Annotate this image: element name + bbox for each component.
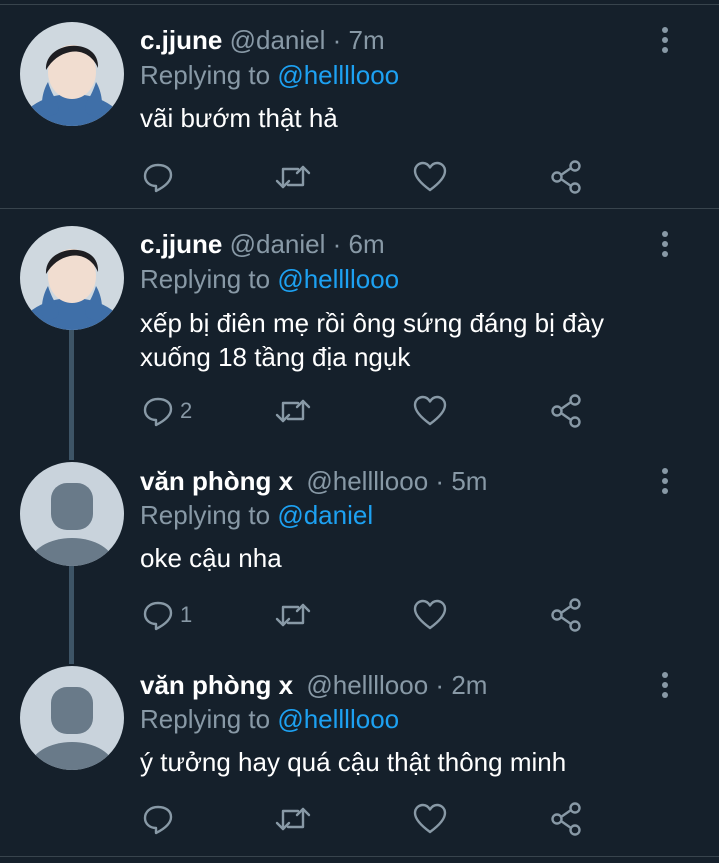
user-handle[interactable]: @hellllooo bbox=[306, 466, 428, 496]
like-button[interactable] bbox=[413, 160, 447, 194]
reply-icon bbox=[143, 601, 173, 631]
share-icon bbox=[551, 598, 581, 632]
reply-button[interactable]: 1 bbox=[142, 598, 192, 632]
separator-dot: · bbox=[435, 466, 445, 496]
more-options-button[interactable] bbox=[652, 229, 678, 259]
heart-icon bbox=[413, 161, 447, 192]
retweet-button[interactable] bbox=[274, 160, 312, 194]
bottom-divider bbox=[0, 856, 719, 857]
more-options-button[interactable] bbox=[652, 670, 678, 700]
tweet-text: vãi bướm thật hả bbox=[140, 103, 338, 133]
more-vertical-icon bbox=[662, 231, 668, 257]
reply-count: 2 bbox=[180, 398, 193, 423]
display-name[interactable]: c.jjune bbox=[140, 25, 222, 55]
user-handle[interactable]: @daniel bbox=[230, 25, 326, 55]
tweet-header: c.jjune @daniel · 7m bbox=[140, 25, 385, 55]
timestamp[interactable]: 2m bbox=[451, 670, 487, 700]
tweet-divider bbox=[0, 208, 719, 209]
separator-dot: · bbox=[332, 25, 342, 55]
reply-icon bbox=[143, 163, 173, 193]
timestamp[interactable]: 5m bbox=[451, 466, 487, 496]
tweet-text: oke cậu nha bbox=[140, 543, 282, 573]
tweet-text: xếp bị điên mẹ rồi ông sứng đáng bị đày … bbox=[140, 308, 605, 372]
replying-to: Replying to @hellllooo bbox=[140, 704, 399, 734]
heart-icon bbox=[413, 395, 447, 426]
mention-link[interactable]: @hellllooo bbox=[277, 704, 399, 734]
user-handle[interactable]: @daniel bbox=[230, 229, 326, 259]
separator-dot: · bbox=[332, 229, 342, 259]
replying-to: Replying to @daniel bbox=[140, 500, 373, 530]
retweet-icon bbox=[275, 603, 311, 627]
tweet-actions bbox=[140, 802, 600, 836]
share-button[interactable] bbox=[550, 598, 582, 632]
tweet-actions: 2 bbox=[140, 394, 600, 428]
timestamp[interactable]: 7m bbox=[349, 25, 385, 55]
tweet-header: văn phòng x @hellllooo · 2m bbox=[140, 670, 487, 700]
like-button[interactable] bbox=[413, 802, 447, 836]
replying-to: Replying to @hellllooo bbox=[140, 264, 399, 294]
retweet-button[interactable] bbox=[274, 802, 312, 836]
tweet-actions: 1 bbox=[140, 598, 600, 632]
share-icon bbox=[551, 160, 581, 194]
more-options-button[interactable] bbox=[652, 25, 678, 55]
retweet-icon bbox=[275, 399, 311, 423]
mention-link[interactable]: @hellllooo bbox=[277, 60, 399, 90]
replying-to-label: Replying to bbox=[140, 60, 271, 90]
replying-to-label: Replying to bbox=[140, 704, 271, 734]
thread-line bbox=[69, 566, 74, 664]
replying-to: Replying to @hellllooo bbox=[140, 60, 399, 90]
avatar[interactable] bbox=[20, 22, 124, 126]
reply-button[interactable] bbox=[142, 160, 180, 194]
avatar[interactable] bbox=[20, 226, 124, 330]
retweet-button[interactable] bbox=[274, 598, 312, 632]
replying-to-label: Replying to bbox=[140, 500, 271, 530]
default-avatar-icon bbox=[20, 666, 124, 770]
share-button[interactable] bbox=[550, 160, 582, 194]
mention-link[interactable]: @hellllooo bbox=[277, 264, 399, 294]
share-button[interactable] bbox=[550, 802, 582, 836]
retweet-icon bbox=[275, 807, 311, 831]
tweet-text: ý tưởng hay quá cậu thật thông minh bbox=[140, 747, 567, 777]
heart-icon bbox=[413, 803, 447, 834]
thread-line bbox=[69, 330, 74, 460]
tweet-header: c.jjune @daniel · 6m bbox=[140, 229, 385, 259]
display-name[interactable]: c.jjune bbox=[140, 229, 222, 259]
more-vertical-icon bbox=[662, 672, 668, 698]
more-options-button[interactable] bbox=[652, 466, 678, 496]
reply-button[interactable] bbox=[142, 802, 180, 836]
mention-link[interactable]: @daniel bbox=[277, 500, 373, 530]
share-icon bbox=[551, 394, 581, 428]
replying-to-label: Replying to bbox=[140, 264, 271, 294]
avatar[interactable] bbox=[20, 462, 124, 566]
default-avatar-icon bbox=[20, 462, 124, 566]
more-vertical-icon bbox=[662, 468, 668, 494]
reply-icon bbox=[143, 397, 173, 427]
like-button[interactable] bbox=[413, 394, 447, 428]
timestamp[interactable]: 6m bbox=[349, 229, 385, 259]
display-name[interactable]: văn phòng x bbox=[140, 466, 293, 496]
heart-icon bbox=[413, 599, 447, 630]
avatar[interactable] bbox=[20, 666, 124, 770]
photo-avatar-icon bbox=[20, 226, 124, 330]
user-handle[interactable]: @hellllooo bbox=[306, 670, 428, 700]
separator-dot: · bbox=[435, 670, 445, 700]
retweet-icon bbox=[275, 165, 311, 189]
photo-avatar-icon bbox=[20, 22, 124, 126]
tweet-header: văn phòng x @hellllooo · 5m bbox=[140, 466, 487, 496]
display-name[interactable]: văn phòng x bbox=[140, 670, 293, 700]
share-button[interactable] bbox=[550, 394, 582, 428]
reply-button[interactable]: 2 bbox=[142, 394, 192, 428]
share-icon bbox=[551, 802, 581, 836]
tweet-actions bbox=[140, 160, 600, 194]
top-divider bbox=[0, 4, 719, 5]
reply-icon bbox=[143, 805, 173, 835]
more-vertical-icon bbox=[662, 27, 668, 53]
reply-count: 1 bbox=[180, 602, 193, 627]
retweet-button[interactable] bbox=[274, 394, 312, 428]
like-button[interactable] bbox=[413, 598, 447, 632]
